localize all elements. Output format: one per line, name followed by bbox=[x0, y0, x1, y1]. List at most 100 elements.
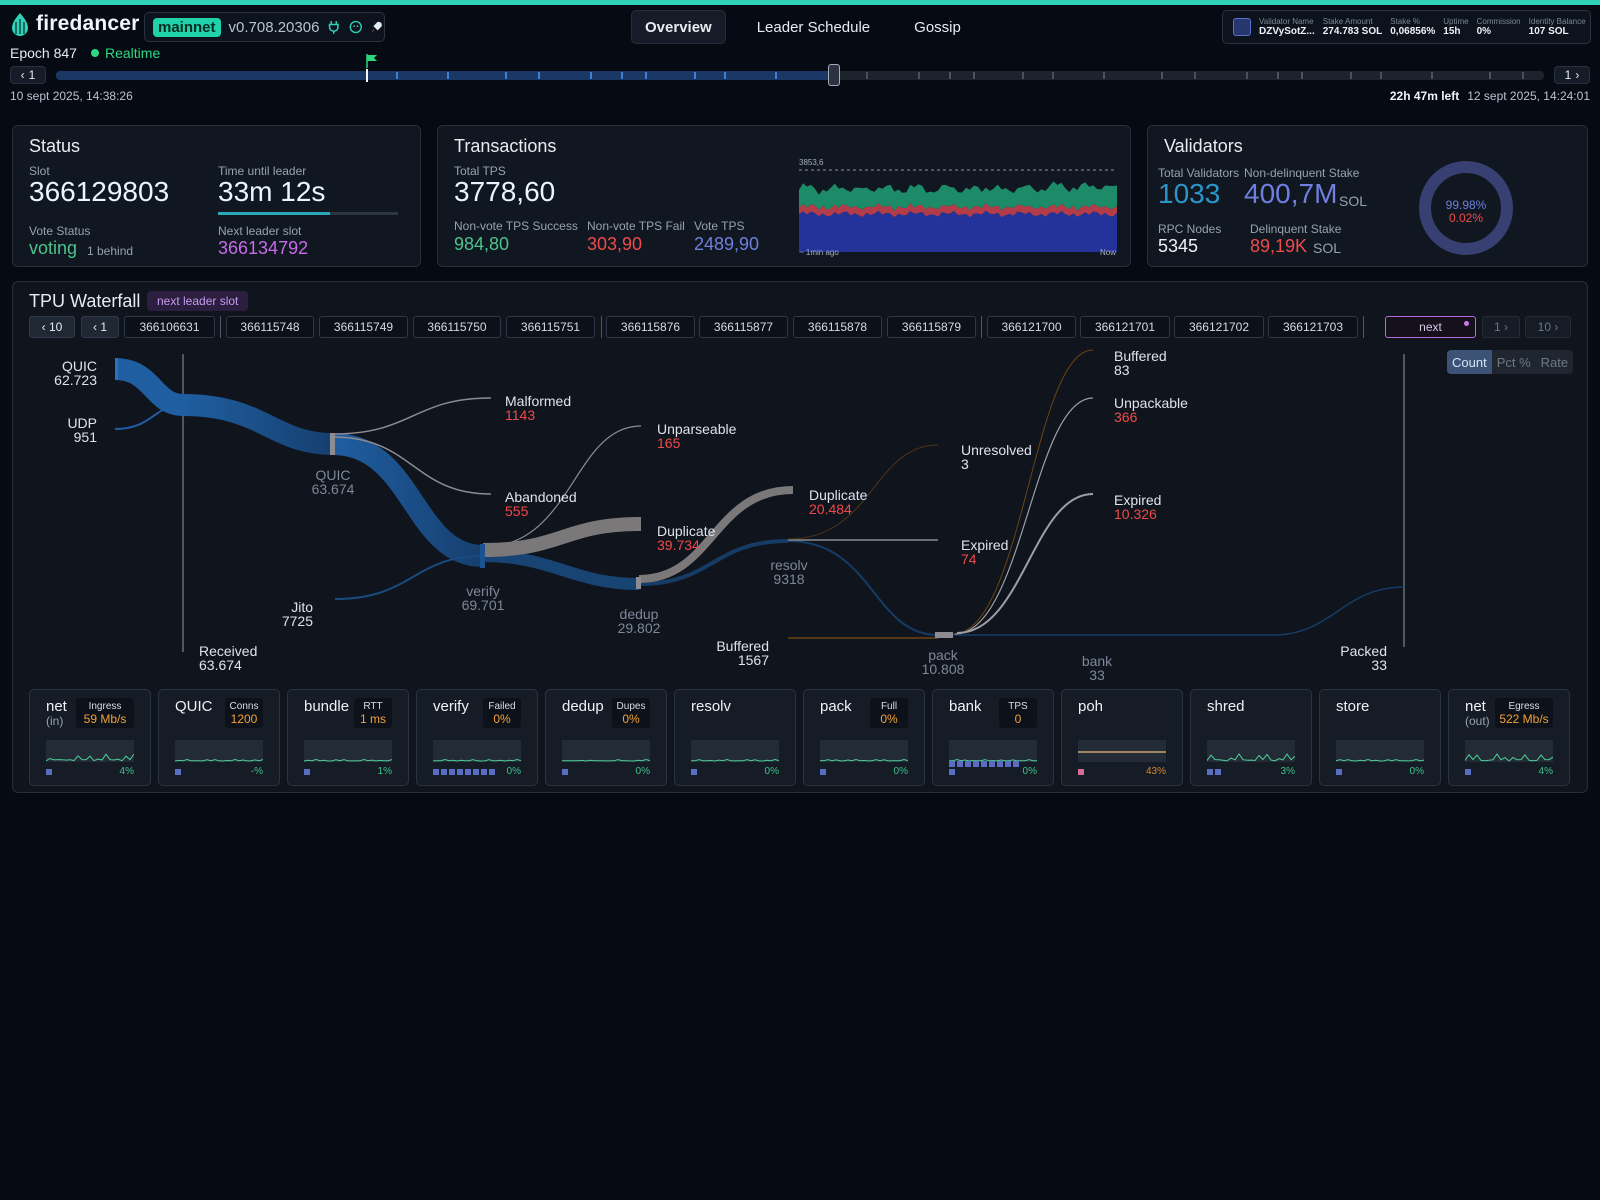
label-verify: verify 69.701 bbox=[461, 583, 505, 613]
tps-area-chart bbox=[799, 169, 1117, 252]
node-quic-in bbox=[115, 358, 118, 380]
leader-slot-tick bbox=[1161, 72, 1163, 79]
nondelinquent-stake-unit: SOL bbox=[1339, 193, 1368, 209]
tile-sparkline bbox=[562, 740, 650, 762]
tile-cpu-squares bbox=[1078, 769, 1148, 775]
label-expired-pack: Expired 10.326 bbox=[1114, 492, 1162, 522]
tile-quic[interactable]: QUIC Conns 1200 -% bbox=[158, 689, 280, 786]
tps-max-label: 3853,6 bbox=[799, 158, 824, 167]
validator-field: Validator Name DZVySotZ... bbox=[1259, 17, 1315, 37]
leader-slot-tick bbox=[949, 72, 951, 79]
tile-resolv[interactable]: resolv 0% bbox=[674, 689, 796, 786]
tile-utilization: 0% bbox=[1022, 766, 1037, 777]
network-version-box: mainnet v0.708.20306 bbox=[144, 12, 385, 42]
tile-bank[interactable]: bank TPS 0 0% bbox=[932, 689, 1054, 786]
tile-cpu-squares bbox=[691, 769, 761, 775]
leader-slot-tick bbox=[1022, 72, 1024, 79]
leader-slot-tick bbox=[396, 72, 398, 79]
tab-overview[interactable]: Overview bbox=[631, 10, 726, 44]
label-quic-in: QUIC 62.723 bbox=[54, 358, 97, 388]
tile-utilization: 43% bbox=[1145, 766, 1166, 777]
epoch-prev-button[interactable]: ‹ 1 bbox=[10, 66, 46, 84]
epoch-slider-track[interactable] bbox=[56, 71, 1544, 80]
tile-poh[interactable]: poh 43% bbox=[1061, 689, 1183, 786]
tile-cpu-squares bbox=[949, 761, 1019, 775]
delinquent-stake-value: 89,19K bbox=[1250, 236, 1308, 256]
network-badge: mainnet bbox=[153, 17, 221, 37]
tile-bundle[interactable]: bundle RTT 1 ms 1% bbox=[287, 689, 409, 786]
delinquent-stake-unit: SOL bbox=[1313, 240, 1342, 256]
tile-badge-value: 0% bbox=[622, 712, 640, 726]
tile-cpu-squares bbox=[820, 769, 890, 775]
tile-sparkline bbox=[1078, 740, 1166, 762]
tile-badge: Failed 0% bbox=[483, 698, 521, 728]
tile-net-out[interactable]: net (out) Egress 522 Mb/s 4% bbox=[1448, 689, 1570, 786]
validator-field: Stake Amount 274.783 SOL bbox=[1322, 17, 1383, 37]
tile-utilization: 4% bbox=[119, 766, 134, 777]
vote-tps-label: Vote TPS bbox=[694, 219, 745, 233]
tile-sub: (out) bbox=[1465, 714, 1490, 728]
validator-field: Uptime 15h bbox=[1443, 17, 1469, 37]
tile-dedup[interactable]: dedup Dupes 0% 0% bbox=[545, 689, 667, 786]
tps-chart-end-label: Now bbox=[1100, 248, 1117, 257]
leader-slot-tick bbox=[1489, 72, 1491, 79]
leader-slot-tick bbox=[1431, 72, 1433, 79]
tile-badge: Dupes 0% bbox=[612, 698, 650, 728]
tile-net-in[interactable]: net (in) Ingress 59 Mb/s 4% bbox=[29, 689, 151, 786]
app-logo[interactable]: firedancer bbox=[10, 12, 140, 36]
vote-tps-area bbox=[799, 210, 1117, 252]
tile-name: pack bbox=[820, 698, 852, 715]
tile-cpu-squares bbox=[304, 769, 374, 775]
live-dot-icon bbox=[91, 49, 99, 57]
tab-leader-schedule[interactable]: Leader Schedule bbox=[744, 10, 883, 44]
tile-sparkline bbox=[46, 740, 134, 762]
tile-name: dedup bbox=[562, 698, 604, 715]
vote-status-label: Vote Status bbox=[29, 224, 91, 238]
label-packed: Packed 33 bbox=[1340, 643, 1387, 673]
tile-badge: Conns 1200 bbox=[225, 698, 263, 728]
nondelinquent-stake-value: 400,7M bbox=[1244, 178, 1338, 209]
tab-gossip[interactable]: Gossip bbox=[901, 10, 974, 44]
epoch-slider-handle[interactable] bbox=[828, 64, 840, 86]
epoch-start-date: 10 sept 2025, 14:38:26 bbox=[10, 89, 133, 103]
label-unpackable: Unpackable 366 bbox=[1114, 395, 1188, 425]
epoch-next-button[interactable]: 1 › bbox=[1554, 66, 1590, 84]
leader-slot-tick bbox=[645, 72, 647, 79]
leader-slot-tick bbox=[1350, 72, 1352, 79]
flow-received-quic bbox=[182, 394, 334, 455]
tile-name: bank bbox=[949, 698, 982, 715]
tile-verify[interactable]: verify Failed 0% 0% bbox=[416, 689, 538, 786]
tile-pack[interactable]: pack Full 0% 0% bbox=[803, 689, 925, 786]
main-nav: Overview Leader Schedule Gossip bbox=[631, 10, 992, 44]
tile-name: verify bbox=[433, 698, 469, 715]
label-unresolved: Unresolved 3 bbox=[961, 442, 1032, 472]
tpu-waterfall-panel: TPU Waterfall next leader slot ‹ 10 ‹ 1 … bbox=[12, 281, 1588, 793]
leader-slot-tick bbox=[538, 72, 540, 79]
label-buffered-out: Buffered 83 bbox=[1114, 348, 1167, 378]
realtime-indicator[interactable]: Realtime bbox=[91, 45, 160, 61]
tile-badge: RTT 1 ms bbox=[354, 698, 392, 728]
rocket-icon bbox=[372, 21, 383, 33]
leader-slot-tick bbox=[724, 72, 726, 79]
tile-store[interactable]: store 0% bbox=[1319, 689, 1441, 786]
vote-behind: 1 behind bbox=[87, 244, 134, 258]
donut-delinquent-pct: 0.02% bbox=[1448, 211, 1484, 225]
validator-summary[interactable]: Validator Name DZVySotZ... Stake Amount 27… bbox=[1222, 10, 1591, 44]
flow-resolv-pack bbox=[787, 540, 939, 636]
label-pack: pack 10.808 bbox=[921, 647, 965, 677]
validators-card: Validators Total Validators 1033 Non-del… bbox=[1147, 125, 1588, 267]
tile-sub: (in) bbox=[46, 714, 64, 728]
label-malformed: Malformed 1143 bbox=[505, 393, 572, 423]
label-expired-resolv: Expired 74 bbox=[961, 537, 1009, 567]
leader-countdown-fill bbox=[218, 212, 330, 215]
epoch-end-date: 12 sept 2025, 14:24:01 bbox=[1467, 89, 1590, 103]
leader-countdown-bar bbox=[218, 212, 398, 215]
nonvote-success-value: 984,80 bbox=[454, 234, 510, 254]
flow-unpackable bbox=[954, 397, 1094, 635]
chevron-right-icon: › bbox=[1575, 68, 1580, 82]
flow-malformed bbox=[332, 397, 492, 435]
tile-utilization: 0% bbox=[893, 766, 908, 777]
total-validators-value: 1033 bbox=[1158, 178, 1221, 209]
tile-shred[interactable]: shred 3% bbox=[1190, 689, 1312, 786]
time-until-leader-value: 33m 12s bbox=[218, 176, 326, 207]
